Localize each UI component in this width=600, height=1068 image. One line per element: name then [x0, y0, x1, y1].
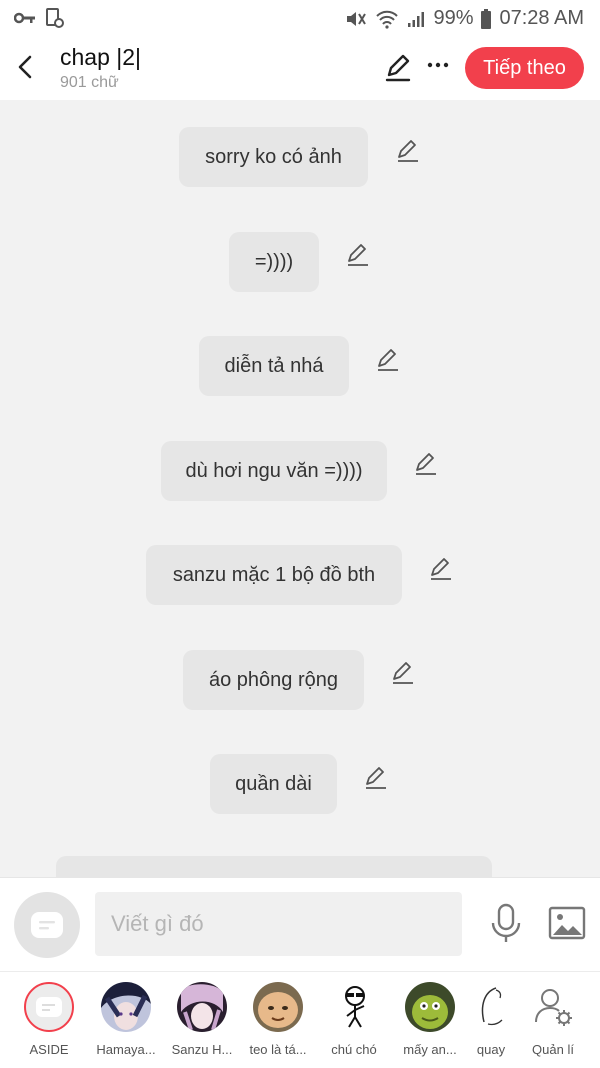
character-name: chú chó: [331, 1042, 377, 1057]
character-hamaya[interactable]: Hamaya...: [88, 980, 164, 1064]
sketch-avatar: [466, 982, 516, 1032]
edit-message-button[interactable]: [390, 660, 416, 686]
character-chu-cho[interactable]: chú chó: [316, 980, 392, 1064]
avatar: [177, 982, 227, 1032]
chat-bubble-icon: [24, 982, 74, 1032]
character-bar: ASIDE Hamaya... Sanzu H... teo là tá... …: [0, 971, 600, 1068]
character-name: ASIDE: [29, 1042, 69, 1057]
avatar: [101, 982, 151, 1032]
character-name: Sanzu H...: [171, 1042, 233, 1057]
battery-icon: [481, 8, 492, 29]
clock: 07:28 AM: [499, 7, 584, 29]
chat-bubble-icon: [31, 912, 63, 938]
key-icon: [14, 11, 36, 25]
avatar: [253, 982, 303, 1032]
pencil-icon: [378, 349, 398, 371]
character-name: Quản lí: [532, 1042, 574, 1057]
microphone-icon: [491, 903, 521, 942]
message-bubble[interactable]: sanzu mặc 1 bộ đồ bth: [146, 545, 402, 605]
page-title: chap |2|: [60, 44, 142, 70]
message-input[interactable]: [95, 892, 462, 956]
wifi-icon: [375, 9, 399, 29]
character-aside[interactable]: ASIDE: [11, 980, 87, 1064]
user-settings-icon: [528, 982, 578, 1032]
more-options-button[interactable]: [424, 50, 452, 80]
character-sanzu[interactable]: Sanzu H...: [164, 980, 240, 1064]
edit-message-button[interactable]: [428, 556, 454, 582]
manage-characters-button[interactable]: Quản lí: [515, 980, 591, 1064]
message-bubble[interactable]: dù hơi ngu văn =)))): [161, 441, 387, 501]
pencil-icon: [366, 767, 386, 789]
message-bubble[interactable]: diễn tả nhá: [199, 336, 349, 396]
pencil-icon: [398, 140, 418, 162]
more-dots-icon: [427, 62, 449, 68]
edit-title-button[interactable]: [384, 53, 412, 83]
pencil-icon: [385, 54, 411, 82]
message-bubble[interactable]: sorry ko có ảnh: [179, 127, 368, 187]
edit-message-button[interactable]: [363, 765, 389, 791]
edit-message-button[interactable]: [395, 138, 421, 164]
message-bubble[interactable]: áo phông rộng: [183, 650, 364, 710]
pencil-icon: [431, 558, 451, 580]
status-bar: 99% 07:28 AM: [0, 0, 600, 36]
microphone-button[interactable]: [488, 903, 524, 945]
back-button[interactable]: [10, 50, 40, 84]
character-name: teo là tá...: [249, 1042, 307, 1057]
edit-message-button[interactable]: [413, 451, 439, 477]
message-bubble[interactable]: quần dài: [210, 754, 337, 814]
image-icon: [548, 906, 586, 940]
character-name: Hamaya...: [96, 1042, 156, 1057]
word-count: 901 chữ: [60, 74, 119, 91]
edit-message-button[interactable]: [345, 242, 371, 268]
message-bubble[interactable]: =)))): [229, 232, 319, 292]
chevron-left-icon: [18, 55, 32, 79]
header: chap |2| 901 chữ Tiếp theo: [0, 36, 600, 100]
avatar: [405, 982, 455, 1032]
pencil-icon: [416, 453, 436, 475]
composer: [0, 877, 600, 972]
next-button[interactable]: Tiếp theo: [465, 47, 584, 89]
pencil-icon: [348, 244, 368, 266]
edit-message-button[interactable]: [375, 347, 401, 373]
mute-icon: [345, 9, 367, 29]
character-teo[interactable]: teo là tá...: [240, 980, 316, 1064]
pencil-icon: [393, 662, 413, 684]
stick-figure-avatar: [329, 982, 379, 1032]
signal-icon: [407, 10, 425, 28]
document-clock-icon: [46, 8, 64, 28]
battery-percent: 99%: [433, 7, 474, 29]
insert-image-button[interactable]: [548, 906, 586, 940]
character-select-button[interactable]: [14, 892, 80, 958]
